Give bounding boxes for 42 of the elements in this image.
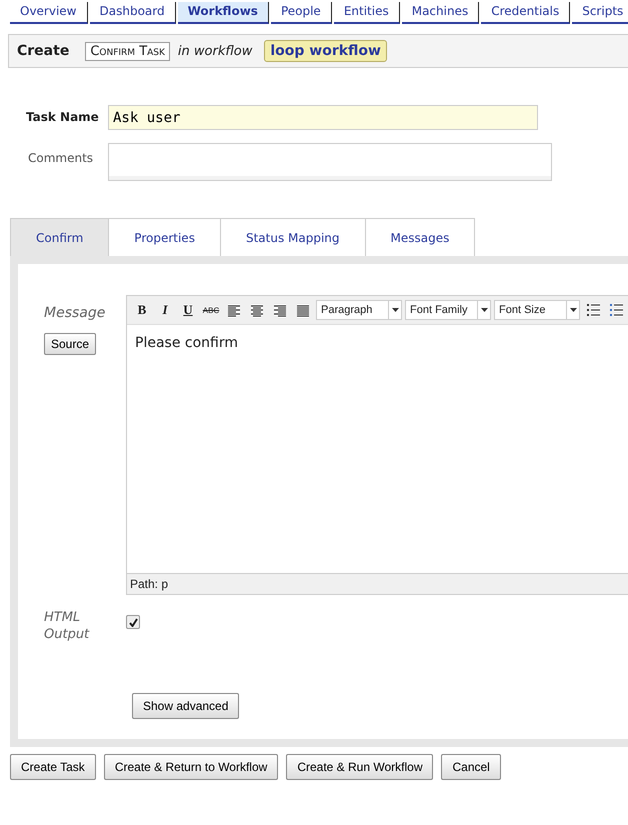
nav-tab[interactable]: Credentials — [481, 2, 570, 24]
strikethrough-button[interactable]: ABC — [201, 300, 221, 320]
workflow-link[interactable]: loop workflow — [264, 40, 387, 62]
caret-icon — [570, 308, 576, 312]
underline-button[interactable]: U — [178, 300, 198, 320]
format-dropdown[interactable]: Paragraph — [316, 300, 402, 320]
editor-text: Please confirm — [134, 334, 239, 353]
italic-button[interactable]: I — [155, 300, 175, 320]
nav-tab[interactable]: Scripts — [572, 2, 628, 24]
action-button[interactable]: Cancel — [441, 754, 501, 780]
rich-text-editor[interactable]: B I U ABC Paragraph Font Family Font Size Please confirm Path: p — [126, 295, 628, 595]
nav-tab[interactable]: Dashboard — [90, 2, 176, 24]
checkbox[interactable] — [126, 615, 140, 629]
editor-path: Path: p — [127, 573, 628, 594]
nav-tab[interactable]: Machines — [402, 2, 480, 24]
nav-tab[interactable]: Overview — [10, 2, 88, 24]
nav-tab[interactable]: People — [270, 2, 332, 24]
source-button[interactable]: Source — [44, 333, 96, 355]
connector-text: in workflow — [178, 44, 252, 58]
task-name-field[interactable]: Ask user — [108, 105, 538, 130]
tab[interactable]: Messages — [366, 218, 476, 256]
action-button[interactable]: Create Task — [10, 754, 96, 780]
tab[interactable]: Status Mapping — [220, 218, 366, 256]
tab[interactable]: Confirm — [10, 218, 110, 256]
field-label: Comments — [28, 150, 94, 165]
action-button[interactable]: Create & Return to Workflow — [104, 754, 278, 780]
action-button[interactable]: Create & Run Workflow — [286, 754, 434, 780]
comments-field[interactable] — [108, 143, 552, 181]
task-type-label: Confirm Task — [85, 42, 170, 60]
format-dropdown[interactable]: Font Size — [494, 300, 580, 320]
tab[interactable]: Properties — [109, 218, 221, 256]
bold-button[interactable]: B — [132, 300, 152, 320]
format-dropdown[interactable]: Font Family — [405, 300, 491, 320]
caret-icon — [480, 308, 488, 312]
nav-tab[interactable]: Workflows — [178, 2, 269, 24]
field-label: Message — [44, 304, 106, 321]
field-label: Task Name — [26, 109, 100, 124]
show-advanced-button[interactable]: Show advanced — [132, 693, 240, 719]
nav-tab[interactable]: Entities — [334, 2, 400, 24]
field-label: HTML Output — [44, 609, 90, 643]
page-title: Create — [17, 43, 70, 59]
caret-icon — [392, 308, 398, 312]
